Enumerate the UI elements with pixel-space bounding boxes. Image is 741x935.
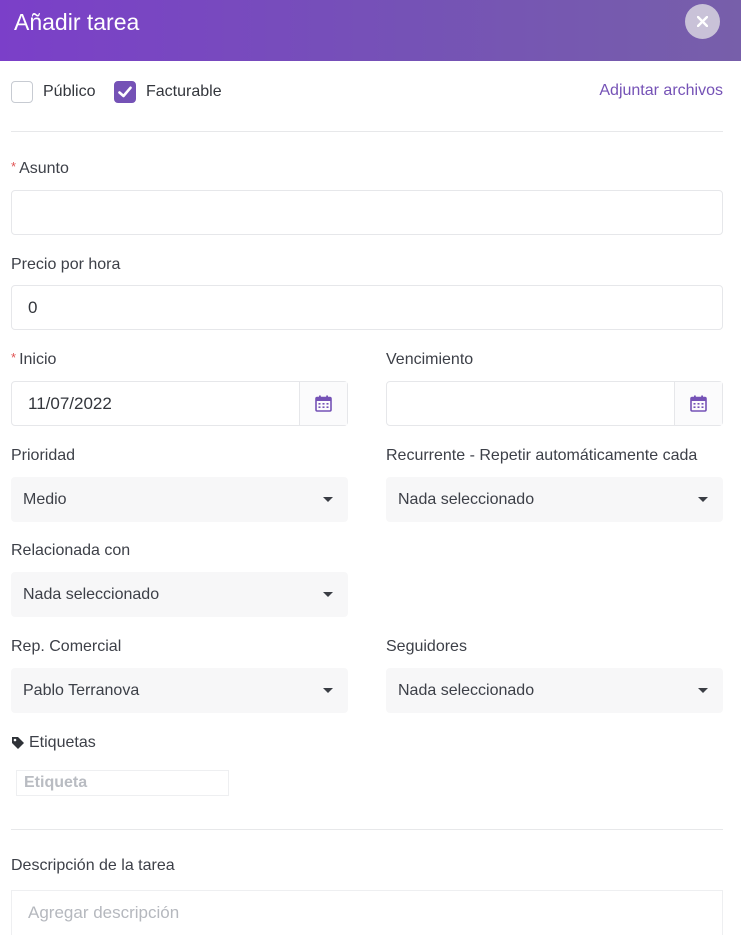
caret-down-icon (323, 592, 333, 597)
sales-rep-value: Pablo Terranova (23, 681, 140, 699)
tags-label-text: Etiquetas (29, 734, 96, 751)
attach-files-link[interactable]: Adjuntar archivos (599, 82, 723, 100)
related-value: Nada seleccionado (23, 585, 160, 603)
followers-value: Nada seleccionado (398, 681, 535, 699)
recurring-label: Recurrente - Repetir automáticamente cad… (386, 447, 698, 464)
modal-header: Añadir tarea (0, 0, 741, 61)
public-option[interactable]: Público (11, 80, 95, 104)
modal-title: Añadir tarea (14, 9, 140, 35)
caret-down-icon (698, 497, 708, 502)
followers-label: Seguidores (386, 638, 467, 655)
calendar-icon (690, 395, 707, 412)
due-date-input[interactable] (386, 381, 723, 426)
billable-checkbox[interactable] (114, 81, 136, 103)
start-date-label: * Inicio (11, 350, 57, 369)
public-checkbox[interactable] (11, 81, 33, 103)
due-date-label: Vencimiento (386, 351, 474, 368)
public-label: Público (43, 83, 96, 100)
tag-input[interactable]: Etiqueta (16, 770, 229, 796)
priority-value: Medio (23, 490, 67, 508)
start-date-input[interactable]: 11/07/2022 (11, 381, 348, 426)
recurring-select[interactable]: Nada seleccionado (386, 477, 723, 522)
close-icon (697, 16, 708, 27)
divider (11, 131, 723, 132)
caret-down-icon (698, 688, 708, 693)
hourly-rate-input[interactable]: 0 (11, 285, 723, 330)
divider (11, 829, 723, 830)
start-date-calendar-button[interactable] (299, 382, 347, 425)
sales-rep-select[interactable]: Pablo Terranova (11, 668, 348, 713)
description-placeholder: Agregar descripción (28, 903, 180, 922)
priority-select[interactable]: Medio (11, 477, 348, 522)
hourly-rate-value: 0 (28, 297, 38, 317)
caret-down-icon (323, 497, 333, 502)
related-select[interactable]: Nada seleccionado (11, 572, 348, 617)
due-date-calendar-button[interactable] (674, 382, 722, 425)
start-date-label-text: Inicio (19, 351, 57, 368)
required-marker: * (11, 350, 17, 365)
subject-label: * Asunto (11, 159, 69, 178)
required-marker: * (11, 159, 17, 174)
tag-icon (12, 737, 24, 749)
caret-down-icon (323, 688, 333, 693)
close-button[interactable] (685, 4, 720, 39)
recurring-value: Nada seleccionado (398, 490, 535, 508)
tags-label: Etiquetas (11, 734, 96, 752)
related-label: Relacionada con (11, 542, 131, 559)
followers-select[interactable]: Nada seleccionado (386, 668, 723, 713)
description-label: Descripción de la tarea (11, 857, 175, 874)
billable-option[interactable]: Facturable (114, 80, 222, 104)
start-date-value: 11/07/2022 (28, 393, 112, 413)
description-input[interactable]: Agregar descripción (11, 890, 723, 935)
subject-label-text: Asunto (19, 160, 69, 177)
priority-label: Prioridad (11, 447, 76, 464)
calendar-icon (315, 395, 332, 412)
subject-input[interactable] (11, 190, 723, 235)
tag-placeholder: Etiqueta (24, 774, 88, 791)
hourly-rate-label: Precio por hora (11, 256, 121, 273)
check-icon (118, 86, 132, 98)
sales-rep-label: Rep. Comercial (11, 638, 122, 655)
billable-label: Facturable (146, 83, 222, 100)
